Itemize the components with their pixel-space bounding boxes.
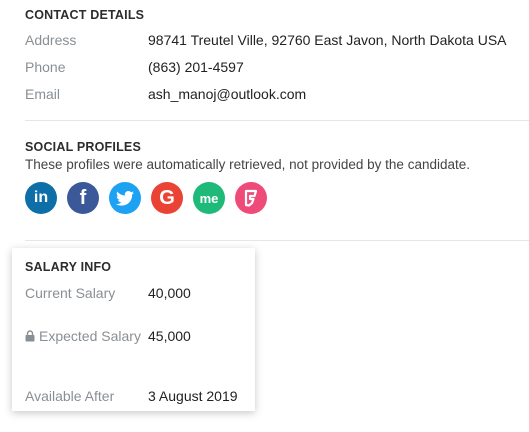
linkedin-text: in	[33, 189, 49, 206]
twitter-icon[interactable]	[109, 182, 141, 214]
salary-info-card: SALARY INFO Current Salary 40,000 Expect…	[12, 248, 255, 411]
facebook-icon[interactable]: f	[67, 182, 99, 214]
google-text: G	[159, 186, 175, 209]
expected-salary-label: Expected Salary	[39, 328, 141, 344]
social-icons: in f G me	[25, 182, 267, 214]
divider	[25, 120, 529, 121]
available-after-value: 3 August 2019	[148, 388, 238, 404]
social-profiles-title: SOCIAL PROFILES	[25, 140, 141, 154]
aboutme-text: me	[199, 190, 219, 206]
current-salary-label: Current Salary	[25, 285, 116, 301]
google-icon[interactable]: G	[151, 182, 183, 214]
address-row: Address 98741 Treutel Ville, 92760 East …	[25, 32, 507, 48]
divider	[25, 240, 529, 241]
phone-value: (863) 201-4597	[148, 59, 244, 75]
lock-icon	[25, 330, 35, 342]
expected-salary-row: Expected Salary 45,000	[25, 327, 191, 345]
aboutme-icon[interactable]: me	[193, 182, 225, 214]
social-profiles-subtitle: These profiles were automatically retrie…	[25, 157, 470, 172]
current-salary-row: Current Salary 40,000	[25, 284, 191, 302]
contact-details-title: CONTACT DETAILS	[25, 8, 145, 22]
twitter-bird	[116, 190, 134, 206]
expected-salary-label-wrap: Expected Salary	[25, 327, 148, 345]
email-row: Email ash_manoj@outlook.com	[25, 86, 306, 102]
facebook-text: f	[79, 186, 87, 209]
email-value: ash_manoj@outlook.com	[148, 86, 307, 102]
linkedin-icon[interactable]: in	[25, 182, 57, 214]
foursquare-icon[interactable]	[235, 182, 267, 214]
available-after-row: Available After 3 August 2019	[25, 387, 238, 405]
phone-label: Phone	[25, 59, 66, 75]
current-salary-value: 40,000	[148, 285, 191, 301]
expected-salary-value: 45,000	[148, 328, 191, 344]
phone-row: Phone (863) 201-4597	[25, 59, 244, 75]
salary-info-title: SALARY INFO	[25, 260, 112, 274]
email-label: Email	[25, 86, 61, 102]
available-after-label: Available After	[25, 388, 115, 404]
foursquare-mark	[244, 189, 258, 207]
address-value: 98741 Treutel Ville, 92760 East Javon, N…	[148, 32, 507, 48]
address-label: Address	[25, 32, 77, 48]
